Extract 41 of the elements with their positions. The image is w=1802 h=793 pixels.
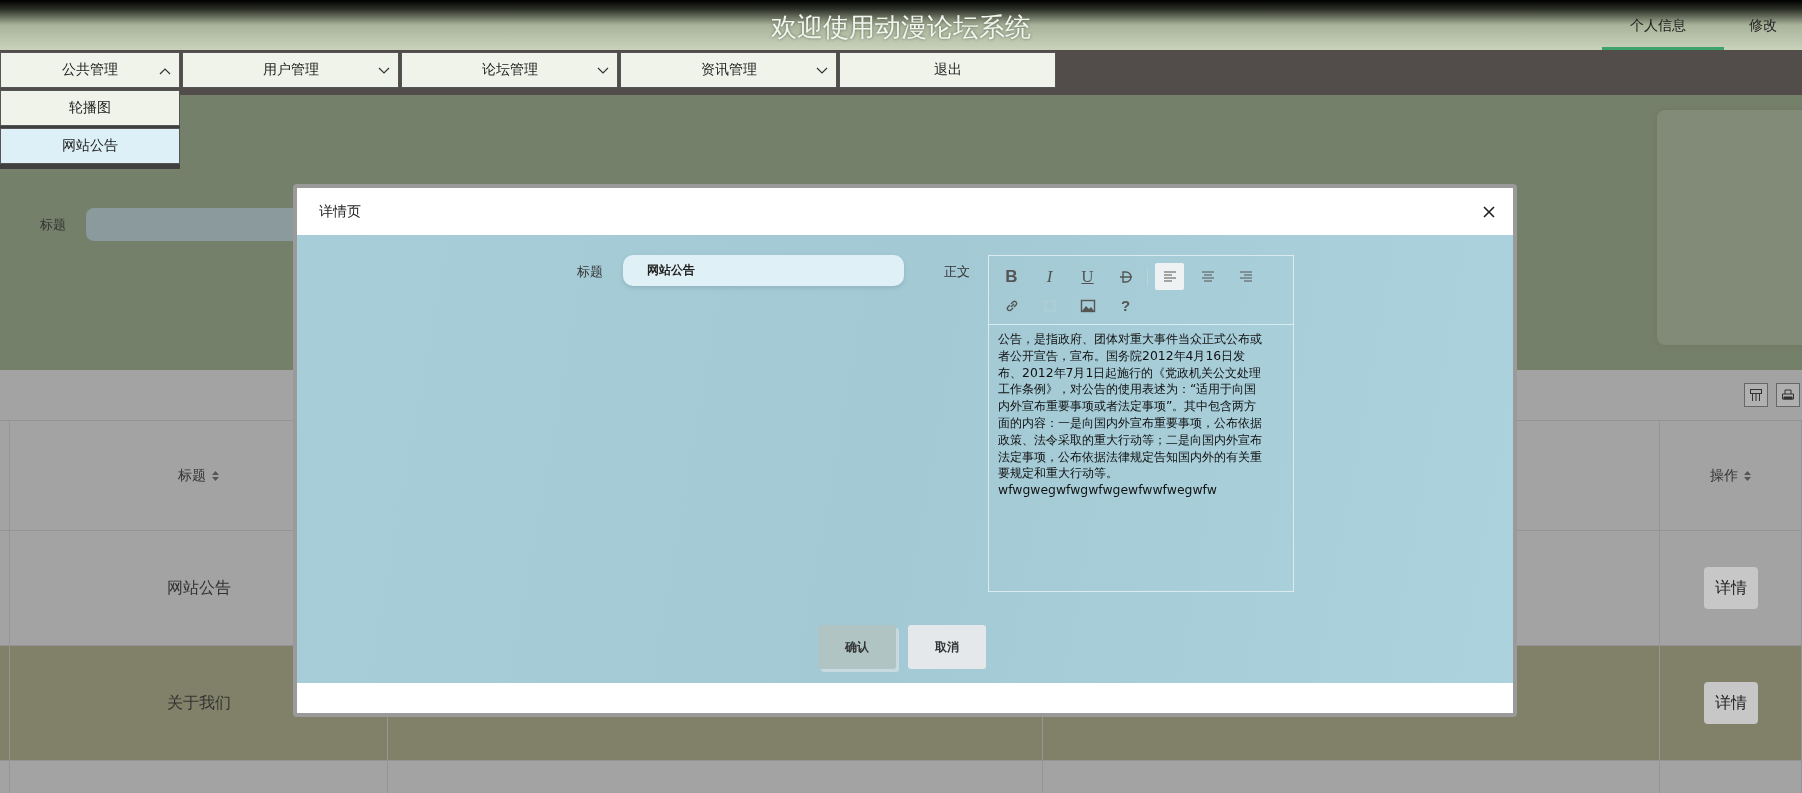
caret-icon [597,67,609,75]
italic-button[interactable]: I [1035,263,1064,290]
search-label: 标题 [40,215,66,234]
title-field[interactable]: 网站公告 [623,255,904,286]
nav-menu-button[interactable]: 公共管理 [0,52,180,88]
columns-icon[interactable] [1744,383,1768,407]
caret-icon [816,67,828,75]
dialog-title: 详情页 [319,202,361,221]
sort-icon [212,470,219,481]
rich-text-editor[interactable] [988,255,1294,592]
dropdown-item[interactable]: 轮播图 [0,90,180,126]
caret-icon [159,67,171,75]
nav-menu-button[interactable]: 用户管理 [182,52,399,88]
align-right-icon [1237,268,1254,285]
column-header[interactable]: 操作 [1660,421,1802,531]
dropdown-item[interactable]: 网站公告 [0,128,180,164]
underline-button[interactable]: U [1073,263,1102,290]
strike-icon [1117,268,1134,285]
help-button[interactable]: ? [1111,292,1140,319]
align-left-button[interactable] [1155,263,1184,290]
caret-icon [378,67,390,75]
editor-paragraph: 公告，是指政府、团体对重大事件当众正式公布或者公开宣告，宣布。国务院2012年4月16日发布、2012年7月1日起施行的《党政机关公文处理工作条例》，对公告的使用表述为：“适用于向国内外宣布重要事项或者法定事项”。其中包含两方面的内容：一是向国内外宣布重要事项，公布依据政策、法令采取的重大行动等；二是向国内外宣布法定事项，公布依据法律规定告知国内外的有关重要规定和重大行动等。 [998,331,1263,483]
bold-button[interactable]: B [997,263,1026,290]
detail-button[interactable]: 详情 [1703,682,1758,724]
detail-button[interactable]: 详情 [1703,567,1758,609]
confirm-button[interactable]: 确认 [818,625,896,669]
nav-menu-button[interactable]: 论坛管理 [401,52,618,88]
print-icon[interactable] [1776,383,1800,407]
field-label: 标题 [577,263,603,281]
editor-paragraph: wfwgwegwfwgwfwgewfwwfwegwfw [998,482,1218,499]
page-title: 欢迎使用动漫论坛系统 [771,10,1031,44]
align-center-icon [1199,268,1216,285]
align-left-icon [1161,268,1178,285]
field-label: 正文 [944,263,970,281]
close-icon[interactable] [1483,205,1495,218]
nav-menu-button[interactable]: 资讯管理 [620,52,837,88]
cancel-button[interactable]: 取消 [908,625,986,669]
sort-icon [1744,470,1751,481]
header-link[interactable]: 修改 [1724,17,1802,50]
image-icon [1079,297,1096,314]
nav-menu-button[interactable]: 退出 [839,52,1056,88]
